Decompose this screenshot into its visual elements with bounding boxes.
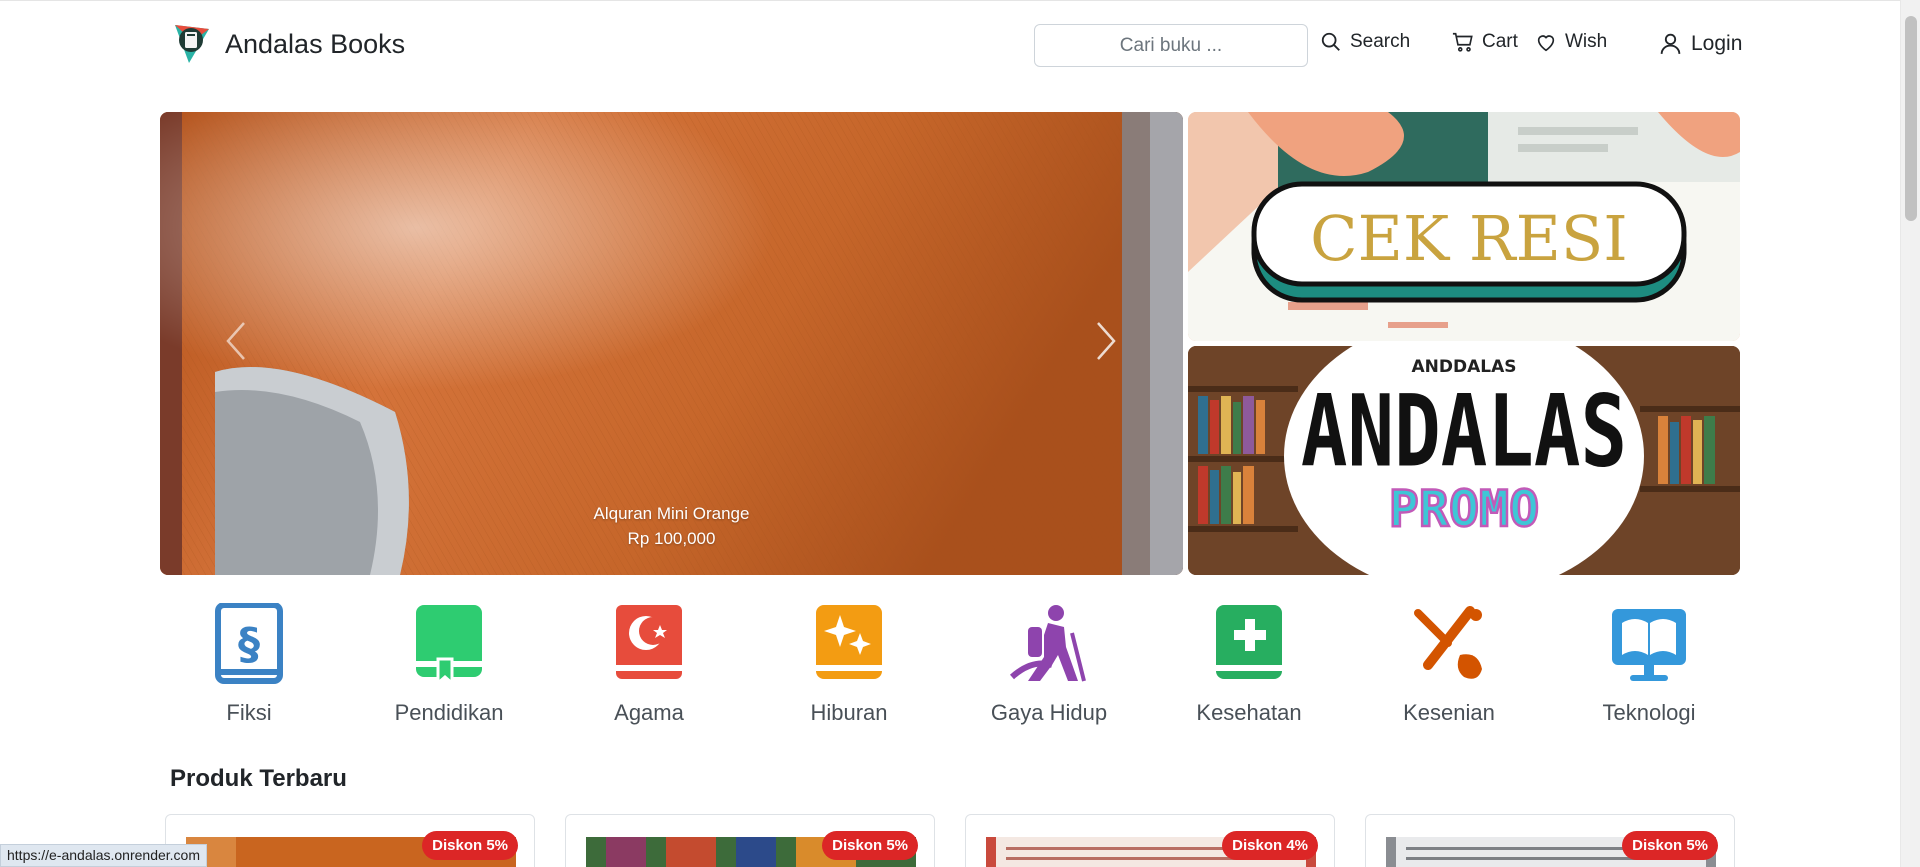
category-kesenian[interactable]: Kesenian (1349, 603, 1549, 726)
book-tablet-icon (1612, 609, 1686, 681)
book-triangle-logo-icon (175, 25, 209, 63)
category-label: Pendidikan (394, 700, 504, 725)
vertical-scrollbar[interactable] (1900, 0, 1920, 867)
wish-button[interactable]: Wish (1535, 31, 1607, 53)
search-icon (1321, 32, 1340, 51)
wish-label: Wish (1565, 31, 1608, 52)
category-fiksi[interactable]: § Fiksi (149, 603, 349, 726)
category-label: Hiburan (810, 700, 888, 725)
person-hiking-icon (1009, 605, 1086, 682)
pen-brush-icon (1414, 606, 1482, 679)
carousel-prev-icon[interactable] (222, 319, 250, 363)
cek-resi-banner[interactable]: CEK RESI (1188, 112, 1740, 341)
category-pendidikan[interactable]: Pendidikan (349, 603, 549, 726)
search-button[interactable]: Search (1320, 31, 1410, 53)
discount-badge: Diskon 5% (1622, 831, 1718, 860)
login-label: Login (1691, 31, 1743, 55)
book-section-icon: § (215, 603, 283, 684)
book-medical-icon (1216, 605, 1282, 679)
heart-icon (1537, 35, 1555, 52)
link-status-bar: https://e-andalas.onrender.com (0, 844, 208, 867)
cart-label: Cart (1482, 31, 1518, 52)
category-label: Agama (614, 700, 684, 725)
brand[interactable]: Andalas Books (173, 23, 405, 65)
book-bookmark-icon (416, 605, 482, 685)
caption-title: Alquran Mini Orange (593, 504, 750, 523)
login-button[interactable]: Login (1658, 31, 1742, 56)
product-card[interactable]: Diskon 5% (1365, 814, 1735, 867)
brand-name: Andalas Books (225, 28, 406, 59)
product-card[interactable]: Diskon 4% (965, 814, 1335, 867)
category-label: Gaya Hidup (990, 700, 1108, 725)
cek-resi-text: CEK RESI (1310, 202, 1628, 275)
scrollbar-thumb[interactable] (1905, 16, 1917, 221)
cek-resi-illustration: CEK RESI (1188, 112, 1740, 341)
search-button-label: Search (1350, 31, 1411, 52)
category-kesehatan[interactable]: Kesehatan (1149, 603, 1349, 726)
category-agama[interactable]: Agama (549, 603, 749, 726)
search-input[interactable] (1034, 24, 1308, 67)
cart-button[interactable]: Cart (1452, 31, 1518, 53)
book-sparkle-icon (816, 605, 882, 679)
user-icon (1660, 33, 1681, 54)
caption-price: Rp 100,000 (627, 529, 716, 548)
discount-badge: Diskon 4% (1222, 831, 1318, 860)
page: Andalas Books Search Cart Wish Login (0, 0, 1900, 867)
navbar: Andalas Books Search Cart Wish Login (0, 1, 1900, 93)
book-crescent-icon (616, 605, 682, 679)
andalas-promo-banner[interactable]: ANDDALAS ANDALAS PROMO (1188, 346, 1740, 575)
promo-title-text: ANDALAS (1301, 374, 1627, 489)
category-hiburan[interactable]: Hiburan (749, 603, 949, 726)
discount-badge: Diskon 5% (822, 831, 918, 860)
section-title: Produk Terbaru (170, 765, 347, 792)
promo-subtitle-text: PROMO (1389, 480, 1540, 538)
discount-badge: Diskon 5% (422, 831, 518, 860)
carousel-caption: Alquran Mini Orange Rp 100,000 (160, 501, 1183, 551)
carousel-next-icon[interactable] (1092, 319, 1120, 363)
category-label: Kesenian (1403, 700, 1495, 725)
product-card[interactable]: Diskon 5% (165, 814, 535, 867)
category-gaya-hidup[interactable]: Gaya Hidup (949, 603, 1149, 726)
product-card[interactable]: Diskon 5% (565, 814, 935, 867)
category-label: Teknologi (1602, 700, 1696, 725)
svg-text:§: § (238, 619, 260, 670)
andalas-promo-illustration: ANDDALAS ANDALAS PROMO (1188, 346, 1740, 575)
category-teknologi[interactable]: Teknologi (1549, 603, 1749, 726)
cart-icon (1452, 32, 1473, 52)
category-label: Fiksi (226, 700, 272, 725)
category-label: Kesehatan (1196, 700, 1302, 725)
